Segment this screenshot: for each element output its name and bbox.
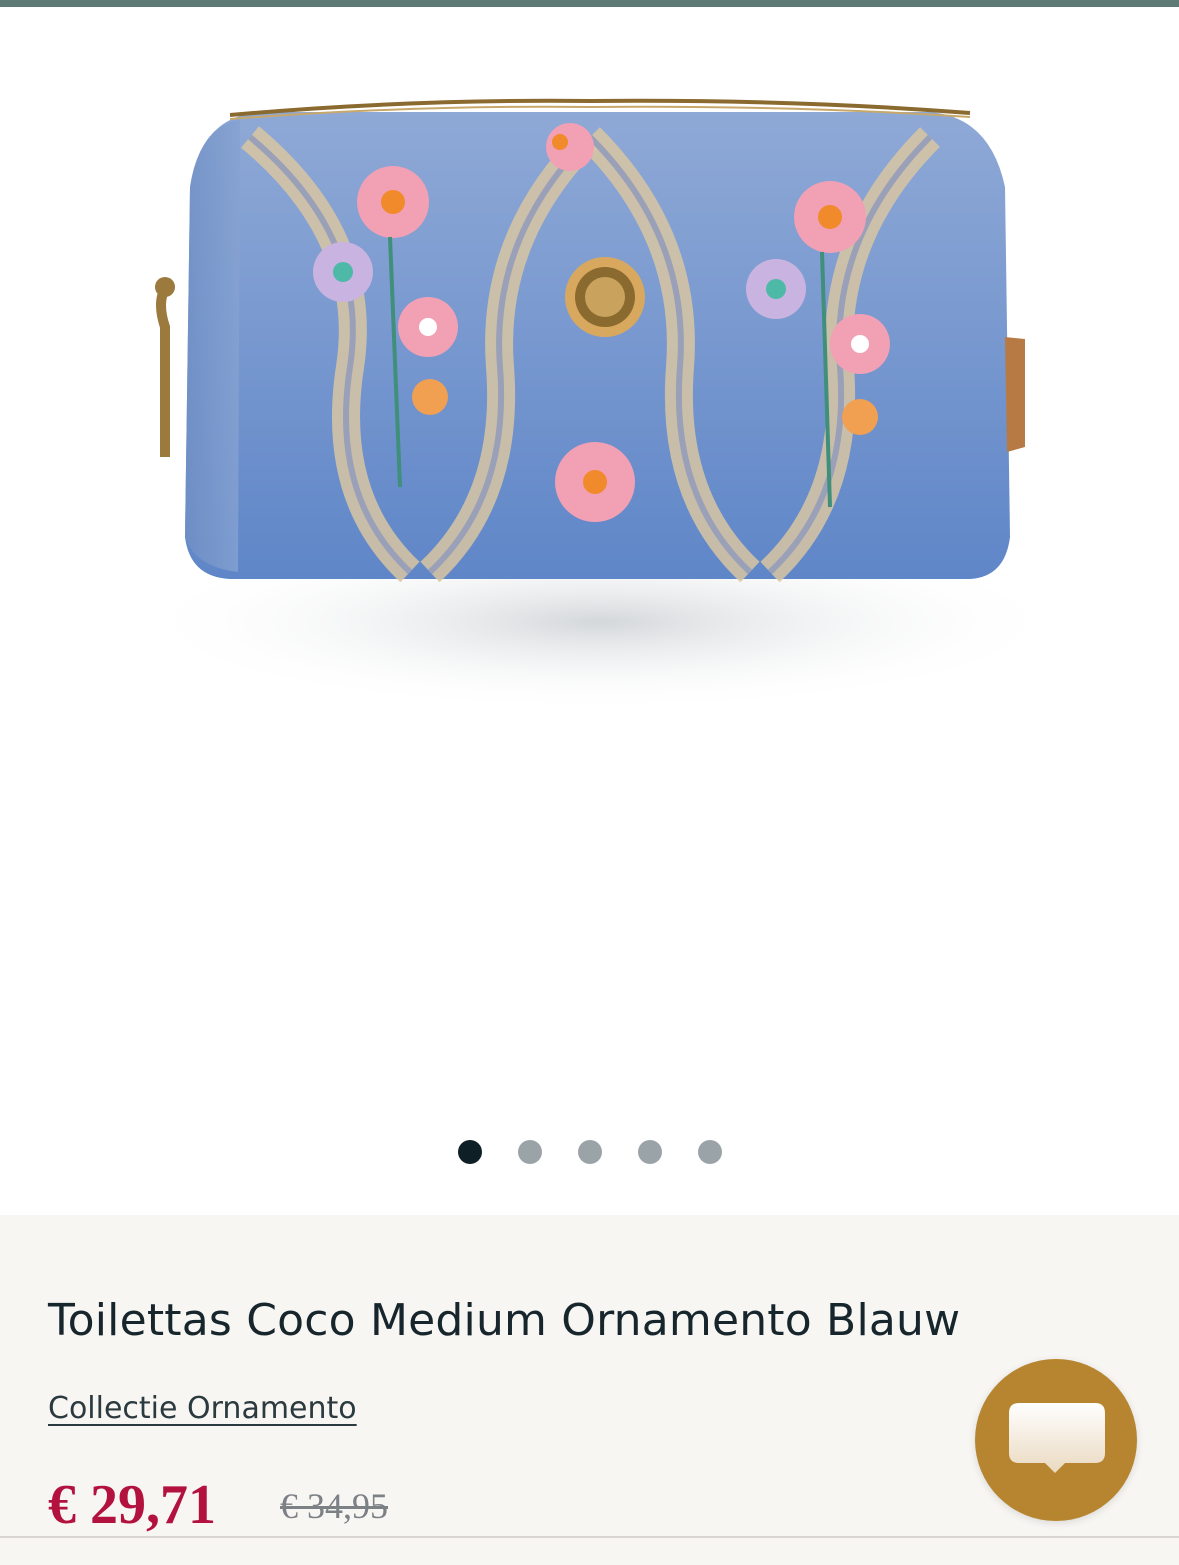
bottom-divider [0, 1536, 1179, 1538]
pagination-dot-5[interactable] [698, 1140, 722, 1164]
price-old: € 34,95 [280, 1486, 388, 1526]
product-gallery[interactable] [0, 7, 1179, 1215]
chat-button[interactable] [975, 1359, 1137, 1521]
gallery-pagination [0, 1140, 1179, 1180]
collection-link[interactable]: Collectie Ornamento [48, 1391, 357, 1426]
pagination-dot-4[interactable] [638, 1140, 662, 1164]
pagination-dot-3[interactable] [578, 1140, 602, 1164]
chat-bubble-icon [1009, 1403, 1105, 1473]
top-accent-bar [0, 0, 1179, 7]
price-current: € 29,71 [48, 1474, 216, 1536]
product-title: Toilettas Coco Medium Ornamento Blauw [48, 1295, 961, 1346]
pagination-dot-1[interactable] [458, 1140, 482, 1164]
pagination-dot-2[interactable] [518, 1140, 542, 1164]
product-image [130, 98, 1070, 712]
